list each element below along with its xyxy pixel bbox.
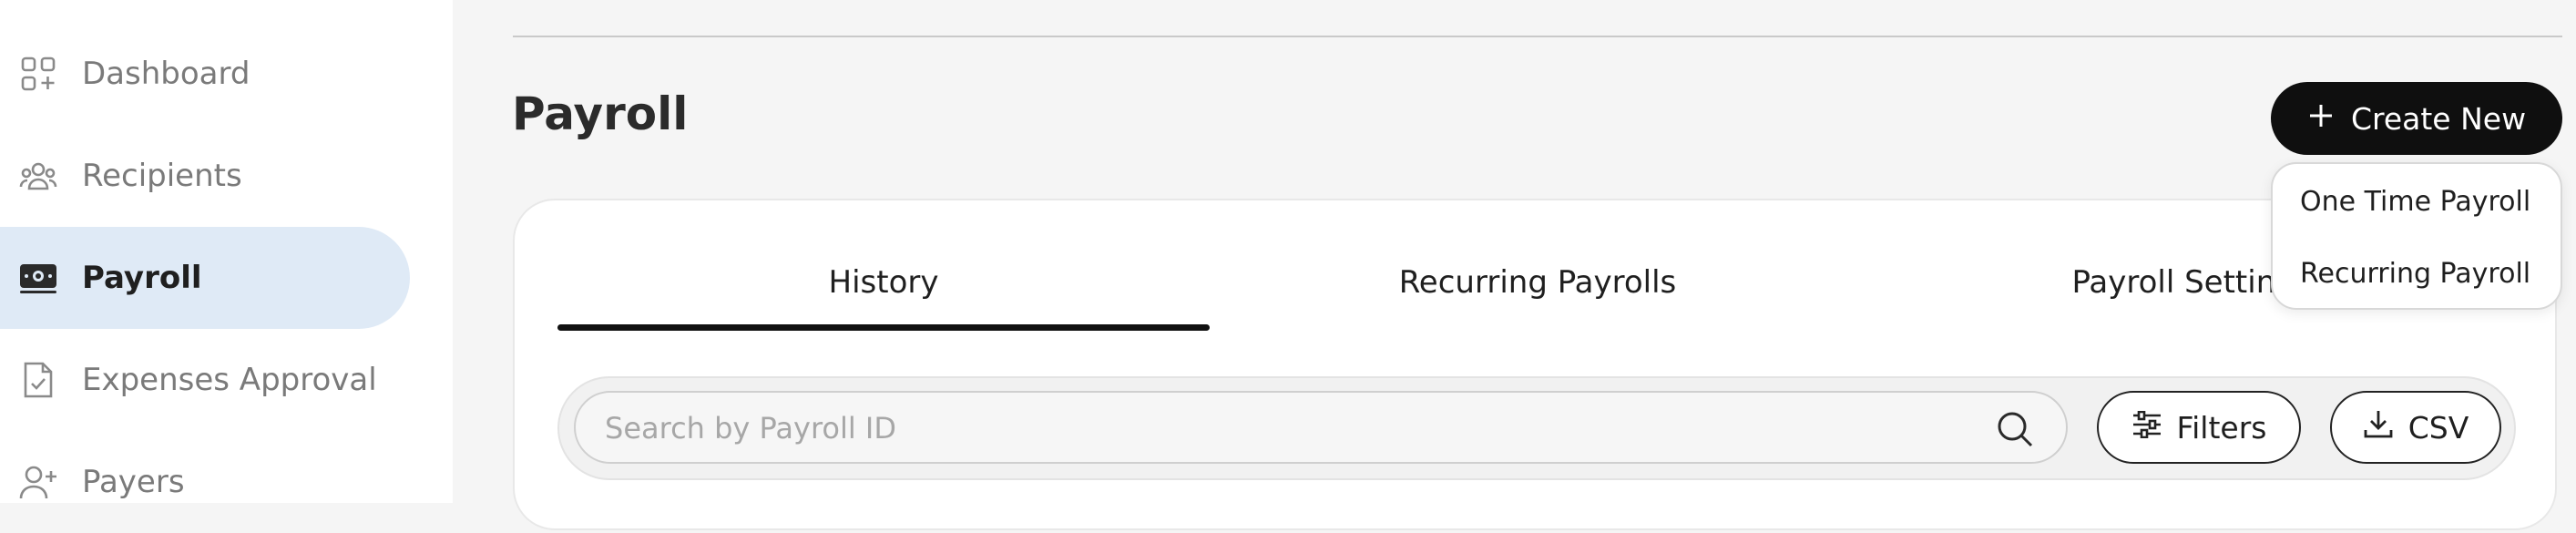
menu-item-one-time-payroll[interactable]: One Time Payroll — [2300, 186, 2530, 218]
sidebar-item-label: Payers — [82, 464, 185, 500]
create-new-label: Create New — [2350, 100, 2527, 137]
search-input[interactable] — [603, 393, 1973, 464]
document-check-icon — [18, 360, 58, 400]
sidebar-item-dashboard[interactable]: Dashboard — [0, 23, 410, 125]
sidebar: Dashboard Recipients Payroll Expenses Ap… — [0, 0, 453, 503]
filters-label: Filters — [2176, 409, 2267, 446]
user-plus-icon — [18, 462, 58, 502]
payroll-card — [513, 199, 2557, 530]
sidebar-item-payroll[interactable]: Payroll — [0, 227, 410, 329]
sidebar-item-payers[interactable]: Payers — [0, 431, 410, 533]
plus-icon — [2307, 101, 2335, 137]
search-field[interactable] — [574, 391, 2068, 464]
sidebar-item-label: Dashboard — [82, 56, 250, 92]
dashboard-icon — [18, 54, 58, 94]
tab-history[interactable]: History — [557, 264, 1210, 301]
download-icon — [2363, 408, 2394, 446]
payroll-icon — [18, 258, 58, 298]
sidebar-item-label: Expenses Approval — [82, 362, 377, 398]
sidebar-item-label: Recipients — [82, 158, 242, 194]
filters-button[interactable]: Filters — [2097, 391, 2301, 464]
sidebar-item-label: Payroll — [82, 260, 202, 296]
menu-item-recurring-payroll[interactable]: Recurring Payroll — [2300, 258, 2530, 290]
active-tab-indicator — [557, 324, 1210, 331]
create-new-button[interactable]: Create New — [2271, 82, 2562, 155]
tab-recurring-payrolls[interactable]: Recurring Payrolls — [1211, 264, 1864, 301]
csv-button[interactable]: CSV — [2330, 391, 2501, 464]
users-icon — [18, 156, 58, 196]
sliders-icon — [2131, 410, 2162, 446]
header-divider — [513, 36, 2562, 37]
page-title: Payroll — [512, 87, 689, 140]
search-icon[interactable] — [1995, 409, 2035, 449]
sidebar-item-expenses-approval[interactable]: Expenses Approval — [0, 329, 410, 431]
sidebar-item-recipients[interactable]: Recipients — [0, 125, 410, 227]
create-new-dropdown: One Time Payroll Recurring Payroll — [2271, 162, 2562, 310]
csv-label: CSV — [2407, 409, 2469, 446]
